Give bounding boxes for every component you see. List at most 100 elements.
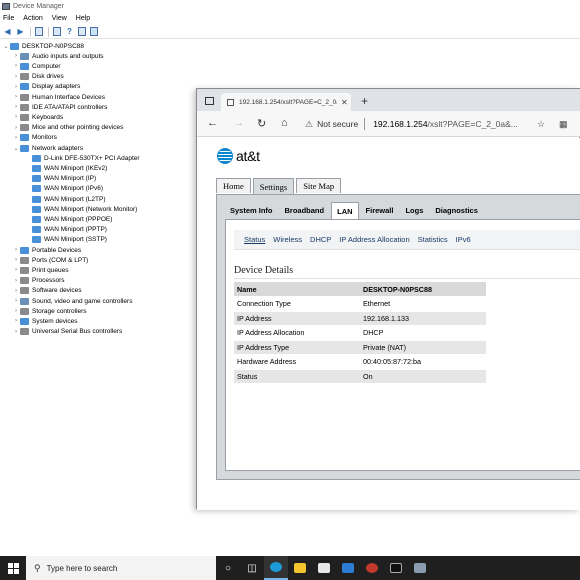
tree-network-adapter[interactable]: WAN Miniport (SSTP)	[24, 235, 107, 245]
expand-chevron-icon[interactable]: ›	[12, 267, 20, 273]
expand-chevron-icon[interactable]: ›	[12, 298, 20, 304]
properties-icon[interactable]	[53, 27, 61, 36]
tree-category[interactable]: › Audio inputs and outputs	[12, 51, 104, 61]
tree-root-computer[interactable]: ⌄ DESKTOP-N0PSC88	[2, 41, 84, 51]
tree-category[interactable]: › System devices	[12, 316, 78, 326]
tree-category[interactable]: › IDE ATA/ATAPI controllers	[12, 102, 107, 112]
tree-category[interactable]: › Processors	[12, 276, 65, 286]
forward-arrow-icon[interactable]: ▶	[16, 27, 25, 36]
tree-category[interactable]: ⌄ Network adapters	[12, 143, 83, 153]
forward-icon[interactable]: →	[233, 117, 244, 129]
start-button[interactable]	[0, 556, 26, 580]
expand-chevron-icon[interactable]: ›	[12, 53, 20, 59]
tab-home[interactable]: Home	[216, 178, 251, 193]
tab-logs[interactable]: Logs	[400, 202, 428, 219]
device-manager-taskbar-icon[interactable]	[408, 556, 432, 580]
tab-site-map[interactable]: Site Map	[296, 178, 342, 193]
address-bar[interactable]: ⚠ Not secure 192.168.1.254/xslt?PAGE=C_2…	[305, 115, 575, 133]
expand-chevron-icon[interactable]: ›	[12, 63, 20, 69]
tree-category[interactable]: › Monitors	[12, 133, 57, 143]
expand-chevron-icon[interactable]: ›	[12, 94, 20, 100]
expand-chevron-icon[interactable]: ›	[12, 74, 20, 80]
edge-icon[interactable]	[264, 556, 288, 580]
expand-chevron-icon[interactable]: ›	[12, 84, 20, 90]
lan-tab-dhcp[interactable]: DHCP	[310, 235, 331, 244]
tree-category[interactable]: › Computer	[12, 61, 61, 71]
taskbar-search[interactable]: ⚲ Type here to search	[26, 556, 216, 580]
tree-category[interactable]: › Human Interface Devices	[12, 92, 105, 102]
expand-chevron-icon[interactable]: ›	[12, 308, 20, 314]
back-arrow-icon[interactable]: ◀	[3, 27, 12, 36]
tree-network-adapter[interactable]: WAN Miniport (L2TP)	[24, 194, 106, 204]
expand-chevron-icon[interactable]: ›	[12, 278, 20, 284]
tab-firewall[interactable]: Firewall	[361, 202, 399, 219]
expand-chevron-icon[interactable]: ›	[12, 247, 20, 253]
update-driver-icon[interactable]	[78, 27, 86, 36]
help-icon[interactable]: ?	[65, 27, 74, 36]
expand-chevron-icon[interactable]: ›	[12, 329, 20, 335]
tree-network-adapter[interactable]: WAN Miniport (PPTP)	[24, 225, 107, 235]
tree-network-adapter[interactable]: WAN Miniport (Network Monitor)	[24, 204, 137, 214]
mail-icon[interactable]	[336, 556, 360, 580]
tree-category[interactable]: › Disk drives	[12, 72, 64, 82]
show-hide-tree-icon[interactable]	[35, 27, 43, 36]
menu-help[interactable]: Help	[76, 15, 90, 22]
settings-app-icon[interactable]	[360, 556, 384, 580]
tree-network-adapter[interactable]: WAN Miniport (PPPOE)	[24, 214, 112, 224]
browser-tab[interactable]: 192.168.1.254/xslt?PAGE=C_2_0a ✕	[221, 93, 351, 111]
browser-menu-icon[interactable]: ▦	[559, 119, 568, 130]
tab-system-info[interactable]: System Info	[225, 202, 278, 219]
lan-tab-ip-allocation[interactable]: IP Address Allocation	[339, 235, 409, 244]
file-explorer-icon[interactable]	[288, 556, 312, 580]
tree-category[interactable]: › Ports (COM & LPT)	[12, 255, 88, 265]
tree-category[interactable]: › Mice and other pointing devices	[12, 123, 123, 133]
expand-chevron-icon[interactable]: ›	[12, 125, 20, 131]
url-text[interactable]: 192.168.1.254/xslt?PAGE=C_2_0a&...	[373, 119, 518, 129]
cortana-icon[interactable]: ○	[216, 556, 240, 580]
lan-tab-wireless[interactable]: Wireless	[273, 235, 302, 244]
scan-hardware-icon[interactable]	[90, 27, 98, 36]
terminal-icon[interactable]	[384, 556, 408, 580]
lan-tab-ipv6[interactable]: IPv6	[456, 235, 471, 244]
tree-network-adapter[interactable]: WAN Miniport (IKEv2)	[24, 163, 107, 173]
tab-diagnostics[interactable]: Diagnostics	[430, 202, 483, 219]
refresh-icon[interactable]: ↻	[257, 117, 266, 130]
tree-category[interactable]: › Display adapters	[12, 82, 80, 92]
close-tab-icon[interactable]: ✕	[341, 98, 348, 107]
lan-tab-statistics[interactable]: Statistics	[418, 235, 448, 244]
expand-chevron-icon[interactable]: ›	[12, 104, 20, 110]
tree-category[interactable]: › Universal Serial Bus controllers	[12, 327, 122, 337]
expand-chevron-icon[interactable]: ›	[12, 318, 20, 324]
tree-category[interactable]: › Software devices	[12, 286, 82, 296]
expand-chevron-icon[interactable]: ›	[12, 257, 20, 263]
tree-category[interactable]: › Keyboards	[12, 112, 63, 122]
store-icon[interactable]	[312, 556, 336, 580]
tab-lan[interactable]: LAN	[331, 202, 359, 219]
new-tab-icon[interactable]: +	[361, 94, 368, 108]
menu-view[interactable]: View	[52, 15, 67, 22]
menu-file[interactable]: File	[3, 15, 14, 22]
tree-network-adapter[interactable]: D-Link DFE-530TX+ PCI Adapter	[24, 153, 140, 163]
tree-network-adapter[interactable]: WAN Miniport (IPv6)	[24, 184, 103, 194]
expand-chevron-icon[interactable]: ›	[12, 288, 20, 294]
tree-network-adapter[interactable]: WAN Miniport (IP)	[24, 174, 96, 184]
tab-broadband[interactable]: Broadband	[280, 202, 330, 219]
tab-settings[interactable]: Settings	[252, 178, 295, 194]
task-view-icon[interactable]: ◫	[240, 556, 264, 580]
home-icon[interactable]: ⌂	[281, 117, 288, 129]
tree-category[interactable]: › Storage controllers	[12, 306, 87, 316]
security-label[interactable]: Not secure	[317, 119, 358, 129]
tree-category[interactable]: › Print queues	[12, 265, 69, 275]
lan-tab-status[interactable]: Status	[244, 235, 265, 244]
expand-chevron-icon[interactable]: ›	[12, 114, 20, 120]
expand-chevron-icon[interactable]: ›	[12, 135, 20, 141]
menu-action[interactable]: Action	[23, 15, 42, 22]
collapse-chevron-icon[interactable]: ⌄	[2, 43, 10, 50]
tab-actions-icon[interactable]	[205, 97, 214, 105]
collapse-chevron-icon[interactable]: ⌄	[12, 145, 20, 152]
tree-category[interactable]: › Sound, video and game controllers	[12, 296, 132, 306]
favorite-star-icon[interactable]: ☆	[537, 119, 545, 130]
warning-icon[interactable]: ⚠	[305, 119, 313, 130]
tree-category[interactable]: › Portable Devices	[12, 245, 81, 255]
back-icon[interactable]: ←	[207, 117, 218, 129]
